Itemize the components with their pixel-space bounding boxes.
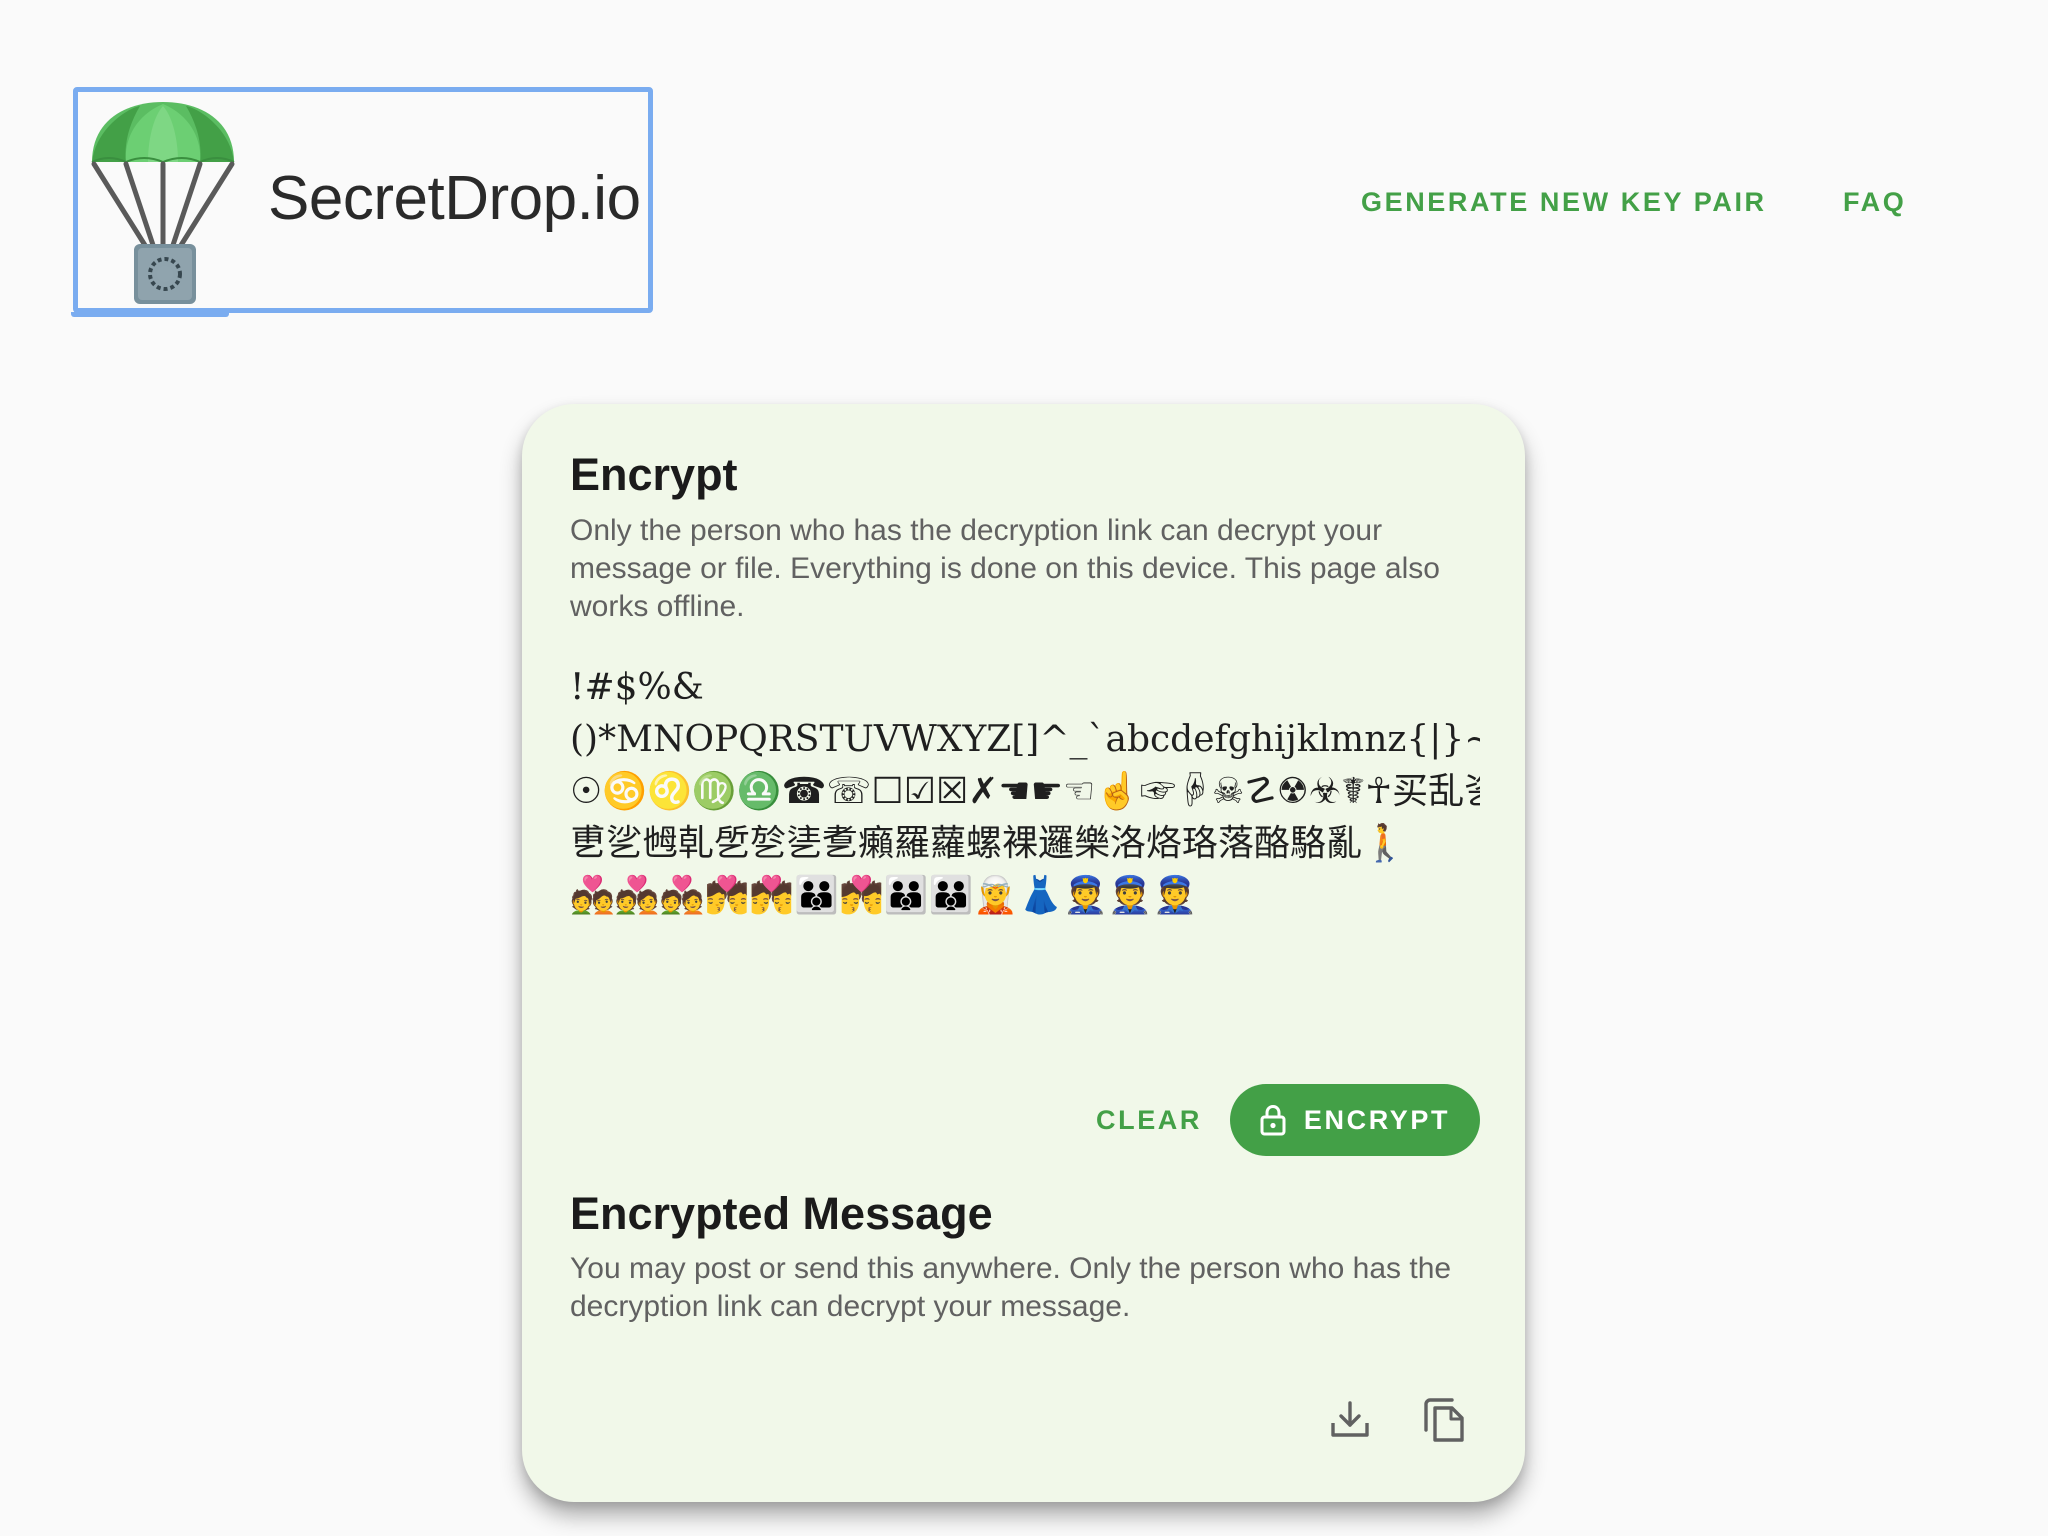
message-input[interactable]: !#$%& ()*MNOPQRSTUVWXYZ[]^_`abcdefghijkl…: [570, 662, 1480, 952]
copy-button[interactable]: [1414, 1390, 1474, 1450]
download-icon: [1331, 1401, 1369, 1437]
encrypt-title: Encrypt: [570, 449, 738, 500]
faq-link[interactable]: FAQ: [1843, 180, 1906, 224]
generate-key-pair-link[interactable]: GENERATE NEW KEY PAIR: [1361, 180, 1767, 224]
parachute-safe-icon: [91, 102, 235, 304]
clear-button[interactable]: CLEAR: [1062, 1084, 1236, 1154]
message-line: 乶乷乸乹乺乻乼乽癩羅蘿螺裸邏樂洛烙珞落酪駱亂🚶: [570, 823, 1407, 864]
message-line: 💑💑💑💏💏👪💏👪👪🧝👗👮👮👮: [570, 875, 1198, 916]
encrypted-message-description: You may post or send this anywhere. Only…: [570, 1252, 1452, 1323]
home-logo-link[interactable]: SecretDrop.io: [71, 87, 653, 317]
encrypt-card: Encrypt Only the person who has the decr…: [522, 404, 1525, 1502]
encrypted-message-title: Encrypted Message: [570, 1188, 993, 1239]
encrypt-description: Only the person who has the decryption l…: [570, 514, 1440, 623]
encrypt-button[interactable]: ENCRYPT: [1230, 1084, 1480, 1156]
encrypt-button-label: ENCRYPT: [1303, 1104, 1451, 1135]
lock-icon: [1260, 1104, 1286, 1136]
message-line: ()*MNOPQRSTUVWXYZ[]^_`abcdefghijklmnz{|}…: [570, 719, 1480, 760]
message-line: !#$%&: [570, 667, 704, 708]
brand-name: SecretDrop.io: [268, 164, 641, 233]
download-button[interactable]: [1320, 1390, 1380, 1450]
copy-icon: [1424, 1398, 1464, 1442]
message-line: ☉♋♌♍♎☎☏☐☑☒✗☚☛☜☝☞☟☠☡☢☣☤☥买乱乲乳乴乵: [570, 771, 1480, 812]
